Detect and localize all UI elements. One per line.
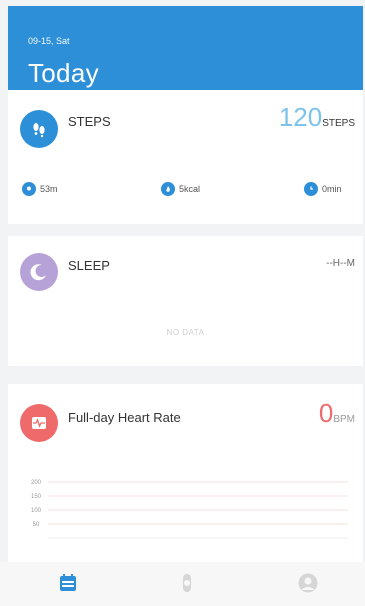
y-tick-label: 200 <box>31 480 42 486</box>
y-tick-label: 100 <box>31 508 42 514</box>
steps-title: STEPS <box>68 114 111 129</box>
heart-rate-unit: BPM <box>333 414 355 425</box>
today-header: 09-15, Sat Today <box>8 6 363 90</box>
y-tick-label: 50 <box>33 522 40 528</box>
watch-icon <box>183 574 191 592</box>
heart-rate-icon <box>20 404 58 442</box>
moon-icon <box>20 253 58 291</box>
no-data-label: NO DATA <box>166 328 205 337</box>
heart-rate-number: 0 <box>318 398 334 428</box>
tab-today[interactable] <box>55 570 81 596</box>
steps-number: 120 <box>278 102 323 132</box>
y-tick-label: 150 <box>31 494 42 500</box>
heart-rate-chart: 200 150 100 50 <box>31 480 348 539</box>
calories-stat: 5kcal <box>161 182 200 196</box>
tab-profile[interactable] <box>295 570 321 596</box>
distance-value: 53m <box>40 184 58 194</box>
heart-rate-card[interactable]: Full-day Heart Rate 0BPM 200 150 100 50 <box>8 384 363 562</box>
page-title: Today <box>28 58 99 88</box>
user-icon <box>298 573 318 593</box>
bottom-tab-bar <box>0 562 365 606</box>
steps-unit: STEPS <box>322 118 355 129</box>
duration-value: 0min <box>322 184 342 194</box>
tab-device[interactable] <box>174 570 200 596</box>
steps-value: 120STEPS <box>279 102 355 133</box>
clock-icon <box>304 182 318 196</box>
location-icon <box>22 182 36 196</box>
calendar-icon <box>60 574 76 591</box>
date-label: 09-15, Sat <box>28 36 70 46</box>
sleep-value: --H--M <box>326 258 355 269</box>
calories-value: 5kcal <box>179 184 201 194</box>
footprints-icon <box>20 110 58 148</box>
steps-card[interactable]: STEPS 120STEPS 53m 5kcal 0min <box>8 90 363 224</box>
distance-stat: 53m <box>22 182 58 196</box>
heart-rate-title: Full-day Heart Rate <box>68 410 181 425</box>
duration-stat: 0min <box>304 182 342 196</box>
sleep-card[interactable]: SLEEP --H--M NO DATA <box>8 236 363 366</box>
flame-icon <box>161 182 175 196</box>
heart-rate-value: 0BPM <box>319 398 355 429</box>
sleep-title: SLEEP <box>68 258 110 273</box>
